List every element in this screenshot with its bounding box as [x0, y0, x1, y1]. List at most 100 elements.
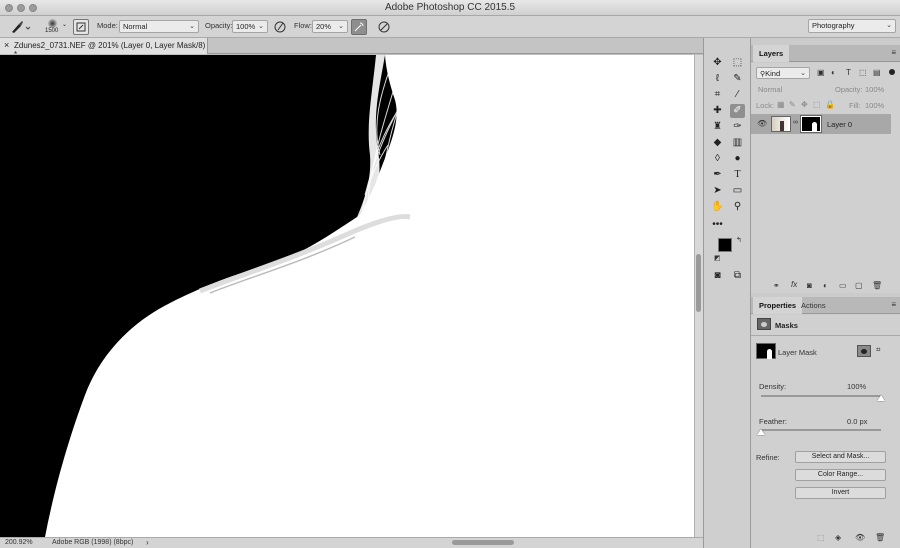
- invert-button[interactable]: Invert: [795, 487, 886, 499]
- color-profile: Adobe RGB (1998) (8bpc): [52, 539, 134, 546]
- filter-smart-object-icon[interactable]: ▤: [873, 68, 881, 77]
- quick-mask-icon[interactable]: ◙: [710, 269, 725, 283]
- mode-label: Mode:: [97, 21, 118, 30]
- eyedropper-icon[interactable]: ⁄: [730, 88, 745, 102]
- layer-mask-thumbnail[interactable]: [800, 115, 822, 133]
- toggle-mask-icon[interactable]: 👁: [855, 533, 865, 542]
- brush-panel-toggle[interactable]: [73, 19, 89, 35]
- tool-preset-picker[interactable]: [9, 19, 31, 35]
- pressure-opacity-button[interactable]: [272, 19, 288, 35]
- feather-slider[interactable]: [761, 429, 881, 431]
- lock-position-icon[interactable]: ✥: [801, 100, 808, 109]
- lock-artboard-icon[interactable]: ⬚: [813, 100, 821, 109]
- layer-opacity-value[interactable]: 100%: [865, 85, 884, 94]
- filter-shape-icon[interactable]: ⬚: [859, 68, 867, 77]
- delete-layer-icon[interactable]: 🗑: [872, 281, 882, 290]
- default-colors-icon[interactable]: ◩: [714, 254, 721, 262]
- density-label: Density:: [759, 382, 787, 391]
- select-and-mask-button[interactable]: Select and Mask...: [795, 451, 886, 463]
- new-adjustment-icon[interactable]: ◐: [823, 281, 828, 290]
- density-value[interactable]: 100%: [847, 382, 866, 391]
- brush-icon[interactable]: ✐: [730, 104, 745, 118]
- swap-colors-icon[interactable]: ↰: [736, 236, 742, 244]
- layer-mask-image: [0, 55, 694, 537]
- eraser-icon[interactable]: ◆: [710, 136, 725, 150]
- new-group-icon[interactable]: ▭: [839, 281, 847, 290]
- horizontal-scroll-thumb[interactable]: [452, 540, 514, 545]
- path-select-icon[interactable]: ➤: [710, 184, 725, 198]
- vertical-scroll-thumb[interactable]: [696, 254, 701, 312]
- document-tab[interactable]: × Zdunes2_0731.NEF @ 201% (Layer 0, Laye…: [0, 38, 208, 59]
- mask-preview-thumbnail: [756, 343, 776, 359]
- panel-menu-icon[interactable]: ≡: [891, 48, 896, 57]
- screen-mode-icon[interactable]: ⧉: [730, 269, 745, 283]
- add-mask-icon[interactable]: ◙: [807, 281, 812, 290]
- apply-mask-icon[interactable]: ◈: [835, 533, 841, 542]
- quick-select-icon[interactable]: ✎: [730, 72, 745, 86]
- panel-menu-icon[interactable]: ≡: [891, 300, 896, 309]
- vector-mask-button[interactable]: ⌗: [876, 345, 881, 355]
- filter-toggle-icon[interactable]: [889, 69, 895, 75]
- workspace-select[interactable]: Photography ⌄: [808, 19, 896, 33]
- pen-icon[interactable]: ✒: [710, 168, 725, 182]
- workspace-value: Photography: [812, 21, 855, 30]
- filter-type-icon[interactable]: T: [846, 68, 851, 77]
- healing-icon[interactable]: ✚: [710, 104, 725, 118]
- new-layer-icon[interactable]: ▢: [855, 281, 863, 290]
- marquee-icon[interactable]: ⬚: [730, 56, 745, 70]
- layer-name[interactable]: Layer 0: [827, 120, 852, 129]
- dodge-icon[interactable]: ●: [730, 152, 745, 166]
- density-slider-thumb[interactable]: [877, 395, 885, 401]
- delete-mask-icon[interactable]: 🗑: [875, 533, 885, 542]
- document-canvas[interactable]: [0, 55, 694, 537]
- foreground-color-swatch[interactable]: [718, 238, 732, 252]
- pressure-size-button[interactable]: [376, 19, 392, 35]
- zoom-level[interactable]: 200.92%: [5, 539, 33, 546]
- opacity-input[interactable]: 100% ⌄: [232, 20, 268, 33]
- zoom-icon[interactable]: ⚲: [730, 200, 745, 214]
- pressure-opacity-icon: [274, 21, 286, 33]
- density-slider[interactable]: [761, 395, 881, 397]
- flow-input[interactable]: 20% ⌄: [312, 20, 348, 33]
- crop-icon[interactable]: ⌗: [710, 88, 725, 102]
- link-layers-icon[interactable]: ⚭: [773, 281, 780, 290]
- load-selection-icon[interactable]: ⬚: [817, 533, 825, 542]
- filter-adjustment-icon[interactable]: ◐: [831, 68, 836, 77]
- visibility-eye-icon[interactable]: 👁: [757, 119, 767, 128]
- lock-transparency-icon[interactable]: ▦: [777, 100, 785, 109]
- stamp-icon[interactable]: ♜: [710, 120, 725, 134]
- chevron-down-icon: ⌄: [258, 23, 264, 30]
- lasso-icon[interactable]: ℓ: [710, 72, 725, 86]
- hand-icon[interactable]: ✋: [710, 200, 725, 214]
- more-icon[interactable]: •••: [710, 218, 725, 232]
- blend-mode-value[interactable]: Normal: [758, 85, 782, 94]
- tab-layers[interactable]: Layers: [753, 45, 790, 62]
- type-icon[interactable]: T: [730, 168, 745, 182]
- mask-link-icon[interactable]: ∞: [793, 119, 798, 126]
- mode-select[interactable]: Normal ⌄: [119, 20, 199, 33]
- layer-filter-select[interactable]: ⚲Kind ⌄: [756, 67, 810, 79]
- airbrush-button[interactable]: [351, 19, 367, 35]
- move-icon[interactable]: ✥: [710, 56, 725, 70]
- blur-icon[interactable]: ◊: [710, 152, 725, 166]
- layer-style-icon[interactable]: fx: [791, 280, 797, 289]
- shape-icon[interactable]: ▭: [730, 184, 745, 198]
- color-range-button[interactable]: Color Range...: [795, 469, 886, 481]
- lock-all-icon[interactable]: 🔒: [825, 100, 835, 109]
- fill-value[interactable]: 100%: [865, 101, 884, 110]
- status-menu-arrow[interactable]: ›: [146, 538, 149, 547]
- chevron-down-icon: ⌄: [886, 22, 892, 29]
- history-brush-icon[interactable]: ✑: [730, 120, 745, 134]
- feather-slider-thumb[interactable]: [757, 429, 765, 435]
- layer-row[interactable]: 👁 ∞ Layer 0: [751, 114, 891, 134]
- brush-picker[interactable]: 1500 ⌄: [40, 18, 68, 37]
- feather-value[interactable]: 0.0 px: [847, 417, 867, 426]
- close-tab-icon[interactable]: ×: [4, 40, 9, 50]
- filter-pixel-icon[interactable]: ▣: [817, 68, 825, 77]
- opacity-label: Opacity:: [205, 21, 233, 30]
- properties-tab-bar: Properties Actions ≡: [751, 297, 900, 314]
- lock-pixels-icon[interactable]: ✎: [789, 100, 796, 109]
- pixel-mask-button[interactable]: [857, 345, 871, 357]
- tab-actions[interactable]: Actions: [795, 297, 832, 314]
- gradient-icon[interactable]: ▥: [730, 136, 745, 150]
